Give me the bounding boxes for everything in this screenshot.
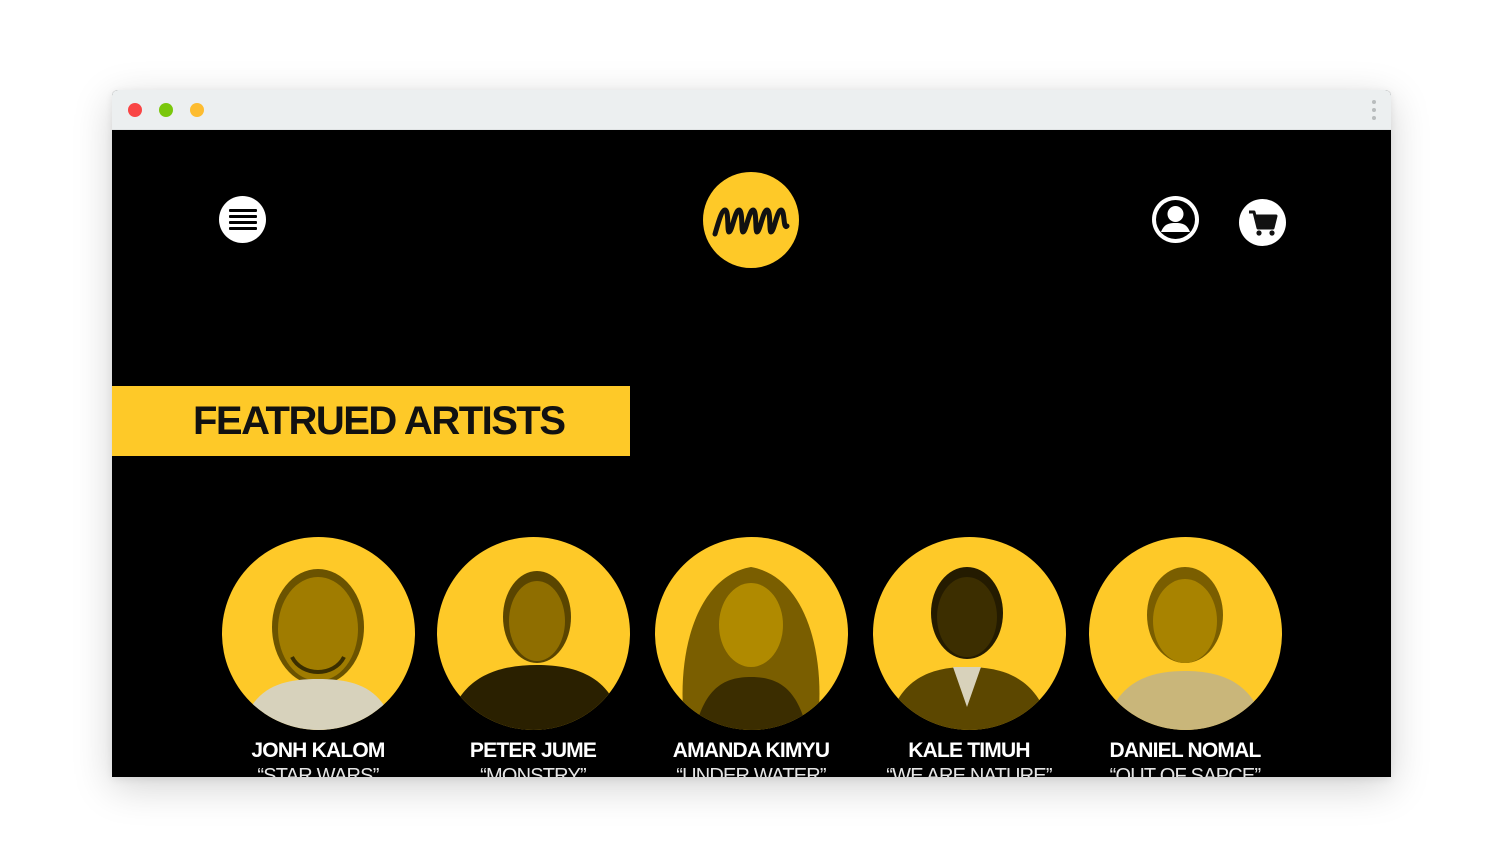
artist-portrait	[436, 537, 630, 730]
maximize-window-button[interactable]	[159, 103, 173, 117]
artist-name: DANIEL NOMAL	[1109, 739, 1261, 762]
logo[interactable]	[703, 172, 799, 268]
artist-work: “STAR WARS”	[257, 765, 379, 777]
minimize-window-button[interactable]	[190, 103, 204, 117]
artist-name: PETER JUME	[469, 739, 597, 762]
artist-work: “UNDER WATER”	[676, 765, 826, 777]
artist-portrait	[1088, 537, 1282, 730]
artist-name: JONH KALOM	[251, 739, 385, 762]
logo-mark-icon	[712, 207, 790, 237]
artist-card[interactable]: KALE TIMUH “WE ARE NATURE”	[859, 537, 1079, 777]
more-options-icon[interactable]	[1371, 100, 1377, 122]
artist-card[interactable]: JONH KALOM “STAR WARS”	[208, 537, 428, 777]
artist-card[interactable]: DANIEL NOMAL “OUT OF SAPCE”	[1075, 537, 1295, 777]
artist-portrait	[872, 537, 1066, 730]
user-icon[interactable]	[1152, 196, 1199, 243]
featured-banner: FEATRUED ARTISTS	[112, 386, 630, 456]
section-title: FEATRUED ARTISTS	[193, 399, 566, 443]
browser-titlebar	[112, 90, 1391, 130]
site-page: FEATRUED ARTISTS JONH KALOM “STAR WARS”	[112, 130, 1391, 777]
artist-list: JONH KALOM “STAR WARS” PETER JUME “MONST…	[112, 537, 1391, 777]
artist-work: “OUT OF SAPCE”	[1109, 765, 1261, 777]
cart-icon[interactable]	[1239, 199, 1286, 246]
artist-card[interactable]: PETER JUME “MONSTRY”	[423, 537, 643, 777]
artist-work: “WE ARE NATURE”	[886, 765, 1052, 777]
artist-name: KALE TIMUH	[908, 739, 1030, 762]
artist-work: “MONSTRY”	[480, 765, 587, 777]
browser-window: FEATRUED ARTISTS JONH KALOM “STAR WARS”	[112, 90, 1391, 777]
artist-name: AMANDA KIMYU	[672, 739, 830, 762]
artist-portrait	[221, 537, 415, 730]
artist-portrait	[654, 537, 848, 730]
artist-card[interactable]: AMANDA KIMYU “UNDER WATER”	[641, 537, 861, 777]
close-window-button[interactable]	[128, 103, 142, 117]
hamburger-icon[interactable]	[219, 196, 266, 243]
